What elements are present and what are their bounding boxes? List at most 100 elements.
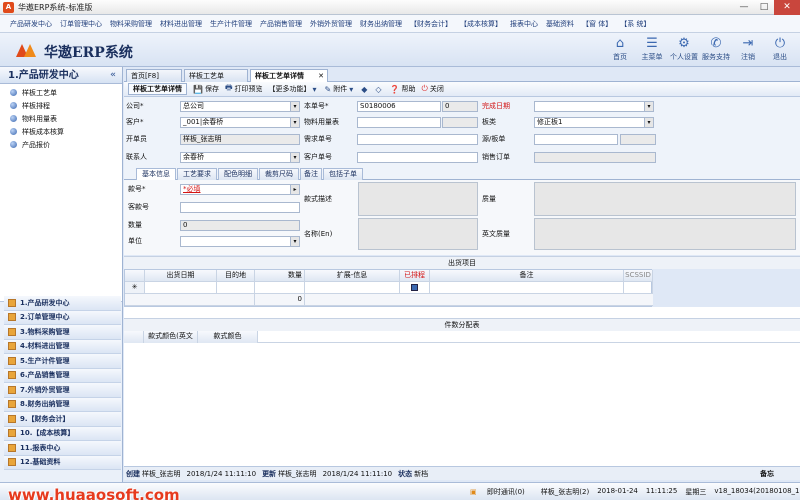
module-item[interactable]: 10.【成本核算】 xyxy=(4,426,121,441)
exit-shortcut[interactable]: ⏻ 退出 xyxy=(764,36,796,62)
quality-textarea[interactable] xyxy=(534,182,796,216)
grid-header-cell[interactable]: 目的地 xyxy=(217,270,255,282)
close-tab-icon[interactable]: ✕ xyxy=(318,70,324,82)
help-button[interactable]: ❓ 帮助 xyxy=(390,84,416,94)
menu-item[interactable]: 产品销售管理 xyxy=(256,19,306,29)
menu-item[interactable]: 物料采购管理 xyxy=(106,19,156,29)
print-preview-button[interactable]: 🖶 打印预览 xyxy=(225,82,263,96)
scssid-cell[interactable] xyxy=(624,282,653,294)
quality-en-textarea[interactable] xyxy=(534,218,796,250)
demand-field[interactable] xyxy=(357,134,478,145)
menu-item[interactable]: 【窗 体】 xyxy=(578,19,616,29)
menu-item[interactable]: 产品研发中心 xyxy=(6,19,56,29)
grid-header-cell[interactable]: 款式颜色(英文 xyxy=(144,331,198,343)
module-label: 1.产品研发中心 xyxy=(20,298,70,307)
menu-item[interactable]: 报表中心 xyxy=(506,19,542,29)
done-date-field[interactable]: ▾ xyxy=(534,101,654,112)
destination-cell[interactable] xyxy=(217,282,255,294)
menu-item[interactable]: 材料进出管理 xyxy=(156,19,206,29)
sidebar-item[interactable]: 产品报价 xyxy=(0,138,122,151)
tab-notes[interactable]: 备注 xyxy=(300,168,322,180)
ship-date-cell[interactable] xyxy=(145,282,217,294)
module-item[interactable]: 1.产品研发中心 xyxy=(4,296,121,311)
collapse-icon[interactable]: « xyxy=(110,67,116,84)
close-window-button[interactable]: ✕ xyxy=(774,0,800,15)
tab-home[interactable]: 首页[F8] xyxy=(126,69,182,82)
contact-select[interactable]: 余春桥 ▾ xyxy=(180,152,300,163)
module-item[interactable]: 5.生产计件管理 xyxy=(4,354,121,369)
settings-shortcut[interactable]: ⚙ 个人设置 xyxy=(668,36,700,62)
table-row[interactable]: ✳ xyxy=(125,282,653,294)
tab-basic-info[interactable]: 基本信息 xyxy=(136,168,176,180)
module-item[interactable]: 8.财务出纳管理 xyxy=(4,397,121,412)
company-select[interactable]: 总公司 ▾ xyxy=(180,101,300,112)
grid-header-cell[interactable]: 数量 xyxy=(255,270,305,282)
shipping-grid: 出货日期 目的地 数量 扩展-信息 已排程 备注 SCSSID ✳ 0 xyxy=(124,269,653,307)
checkbox-icon[interactable] xyxy=(411,283,418,291)
extended-info-cell[interactable] xyxy=(305,282,400,294)
menu-item[interactable]: 基础资料 xyxy=(542,19,578,29)
custorder-field[interactable] xyxy=(357,152,478,163)
remark-cell[interactable] xyxy=(430,282,624,294)
tab-sample-list[interactable]: 样板工艺单 xyxy=(184,69,248,82)
board-select[interactable]: 修正板1 ▾ xyxy=(534,117,654,128)
sidebar-item[interactable]: 样板成本核算 xyxy=(0,125,122,138)
menu-item[interactable]: 财务出纳管理 xyxy=(356,19,406,29)
attachment-button[interactable]: ✎ 附件 ▾ xyxy=(325,84,356,94)
style-field[interactable]: *必填 ▸ xyxy=(180,184,300,195)
grid-header-cell[interactable]: SCSSID xyxy=(624,270,653,282)
customer-select[interactable]: _001|余春桥 ▾ xyxy=(180,117,300,128)
tab-process[interactable]: 工艺要求 xyxy=(177,168,217,180)
module-item[interactable]: 11.报表中心 xyxy=(4,441,121,456)
name-en-textarea[interactable] xyxy=(358,218,478,250)
module-item[interactable]: 4.材料进出管理 xyxy=(4,339,121,354)
docno-field[interactable]: S0180006 xyxy=(357,101,441,112)
grid-header-cell[interactable]: 备注 xyxy=(430,270,624,282)
menu-item[interactable]: 【财务会计】 xyxy=(406,19,456,29)
module-item[interactable]: 2.订单管理中心 xyxy=(4,310,121,325)
material-field[interactable] xyxy=(357,117,441,128)
move-down-button[interactable]: ◇ xyxy=(375,85,383,94)
tab-colors[interactable]: 配色明细 xyxy=(218,168,258,180)
save-button[interactable]: 💾 保存 xyxy=(193,84,219,94)
scheduled-cell[interactable] xyxy=(400,282,430,294)
module-item[interactable]: 6.产品销售管理 xyxy=(4,368,121,383)
close-button[interactable]: ⏻ 关闭 xyxy=(422,84,444,94)
grid-header-cell[interactable]: 扩展-信息 xyxy=(305,270,400,282)
sidebar-item[interactable]: 样板排程 xyxy=(0,99,122,112)
module-item[interactable]: 9.【财务会计】 xyxy=(4,412,121,427)
tab-subdocs[interactable]: 包括子单 xyxy=(323,168,363,180)
memo-button[interactable]: 备忘 xyxy=(760,469,774,479)
more-label: 【更多功能】 xyxy=(268,85,311,93)
folder-icon xyxy=(8,313,16,322)
custstyle-field[interactable] xyxy=(180,202,300,213)
more-functions-button[interactable]: 【更多功能】 ▾ xyxy=(269,84,319,94)
grid-header-cell[interactable]: 款式颜色 xyxy=(198,331,258,343)
main-menu-shortcut[interactable]: ☰ 主菜单 xyxy=(636,36,668,62)
menu-item[interactable]: 生产计件管理 xyxy=(206,19,256,29)
grid-header-cell[interactable]: 已排程 xyxy=(400,270,430,282)
grid-header-cell[interactable]: 出货日期 xyxy=(145,270,217,282)
tab-sizes[interactable]: 裁剪尺码 xyxy=(259,168,299,180)
sidebar-item[interactable]: 样板工艺单 xyxy=(0,86,122,99)
move-up-button[interactable]: ◆ xyxy=(361,85,369,94)
menu-item[interactable]: 订单管理中心 xyxy=(56,19,106,29)
menu-item[interactable]: 外销外贸管理 xyxy=(306,19,356,29)
module-item[interactable]: 12.基础资料 xyxy=(4,455,121,470)
desc-textarea[interactable] xyxy=(358,182,478,216)
menu-item[interactable]: 【系 统】 xyxy=(616,19,654,29)
source-field[interactable] xyxy=(534,134,618,145)
maximize-button[interactable]: □ xyxy=(754,0,774,15)
home-shortcut[interactable]: ⌂ 首页 xyxy=(604,36,636,62)
sidebar-item[interactable]: 物料用量表 xyxy=(0,112,122,125)
tab-sample-detail[interactable]: 样板工艺单详情 ✕ xyxy=(250,69,328,82)
unit-select[interactable]: ▾ xyxy=(180,236,300,247)
minimize-button[interactable]: — xyxy=(734,0,754,15)
logout-shortcut[interactable]: ⇥ 注销 xyxy=(732,36,764,62)
support-shortcut[interactable]: ✆ 服务支持 xyxy=(700,36,732,62)
module-item[interactable]: 7.外销外贸管理 xyxy=(4,383,121,398)
module-item[interactable]: 3.物料采购管理 xyxy=(4,325,121,340)
im-button[interactable]: ▣ 即时通讯(0) xyxy=(470,487,533,497)
quantity-cell[interactable] xyxy=(255,282,305,294)
menu-item[interactable]: 【成本核算】 xyxy=(456,19,506,29)
